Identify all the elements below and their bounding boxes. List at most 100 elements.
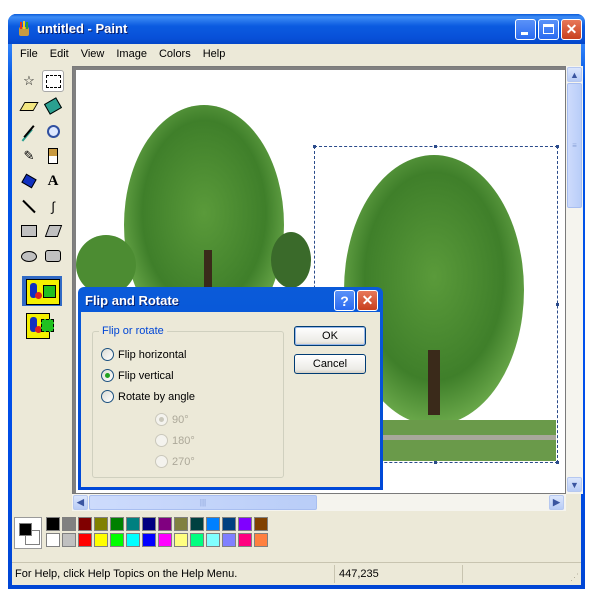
menu-help[interactable]: Help [197,48,232,60]
tool-airbrush[interactable] [18,170,40,192]
palette-color-swatch[interactable] [46,533,60,547]
scroll-down-button[interactable]: ▼ [567,477,582,492]
airbrush-icon [21,173,37,189]
tool-select[interactable] [42,70,64,92]
radio-angle-90[interactable]: 90° [155,413,189,426]
tool-text[interactable]: A [42,170,64,192]
radio-button[interactable] [155,413,168,426]
palette-color-swatch[interactable] [46,517,60,531]
resize-handle[interactable] [313,145,316,148]
tool-pick-color[interactable] [18,120,40,142]
palette-color-swatch[interactable] [142,517,156,531]
title-bar[interactable]: untitled - Paint ✕ [8,14,585,44]
palette-color-swatch[interactable] [254,517,268,531]
radio-button[interactable] [101,369,114,382]
menu-edit[interactable]: Edit [44,48,75,60]
dialog-close-button[interactable]: ✕ [357,290,378,311]
palette-color-swatch[interactable] [222,517,236,531]
radio-button[interactable] [101,348,114,361]
palette-color-swatch[interactable] [62,533,76,547]
radio-rotate-by-angle[interactable]: Rotate by angle [101,390,195,403]
radio-button[interactable] [155,434,168,447]
radio-label: Flip vertical [118,369,174,382]
radio-flip-vertical[interactable]: Flip vertical [101,369,174,382]
radio-button[interactable] [101,390,114,403]
tool-brush[interactable] [42,145,64,167]
palette-color-swatch[interactable] [254,533,268,547]
eraser-icon [19,101,39,111]
dialog-title: Flip and Rotate [85,293,179,308]
palette-color-swatch[interactable] [190,533,204,547]
palette-color-swatch[interactable] [206,517,220,531]
pencil-icon: ✎ [23,148,35,163]
cancel-button[interactable]: Cancel [294,354,366,374]
minimize-button[interactable] [515,19,536,40]
radio-angle-270[interactable]: 270° [155,455,195,468]
menu-image[interactable]: Image [110,48,153,60]
resize-handle[interactable] [434,145,437,148]
palette-color-swatch[interactable] [78,517,92,531]
tool-free-form-select[interactable]: ☆ [18,70,40,92]
status-divider [334,565,335,583]
dialog-help-button[interactable]: ? [334,290,355,311]
vertical-scroll-thumb[interactable]: ≡ [567,83,582,208]
menu-file[interactable]: File [14,48,44,60]
tool-fill-with-color[interactable] [42,95,64,117]
ok-button[interactable]: OK [294,326,366,346]
vertical-scrollbar[interactable]: ▲ ≡ ▼ [566,66,583,494]
resize-handle[interactable] [556,303,559,306]
scroll-right-button[interactable]: ▶ [549,495,564,510]
palette-color-swatch[interactable] [158,533,172,547]
palette-color-swatch[interactable] [174,533,188,547]
transparent-selection-option[interactable] [22,310,62,340]
menu-colors[interactable]: Colors [153,48,197,60]
tool-ellipse[interactable] [18,245,40,267]
maximize-button[interactable] [538,19,559,40]
palette-color-swatch[interactable] [94,533,108,547]
resize-handle[interactable] [556,461,559,464]
tool-curve[interactable]: ∫ [42,195,64,217]
horizontal-scrollbar[interactable]: ◀ ||| ▶ [72,494,566,511]
palette-color-swatch[interactable] [126,533,140,547]
flip-rotate-group: Flip or rotate Flip horizontal Flip vert… [92,325,284,478]
palette-color-swatch[interactable] [222,533,236,547]
tool-rounded-rectangle[interactable] [42,245,64,267]
palette-color-swatch[interactable] [62,517,76,531]
tool-polygon[interactable] [42,220,64,242]
palette-color-swatch[interactable] [238,533,252,547]
palette-color-swatch[interactable] [110,533,124,547]
palette-color-swatch[interactable] [174,517,188,531]
tool-eraser[interactable] [18,95,40,117]
radio-angle-180[interactable]: 180° [155,434,195,447]
tool-magnifier[interactable] [42,120,64,142]
palette-color-swatch[interactable] [110,517,124,531]
resize-handle[interactable] [434,461,437,464]
foreground-color[interactable] [19,523,32,536]
radio-flip-horizontal[interactable]: Flip horizontal [101,348,186,361]
toolbox: ☆ ✎ A ∫ [14,66,64,510]
scroll-left-button[interactable]: ◀ [73,495,88,510]
palette-color-swatch[interactable] [78,533,92,547]
tool-pencil[interactable]: ✎ [18,145,40,167]
close-icon: ✕ [565,21,578,37]
resize-handle[interactable] [556,145,559,148]
opaque-selection-option[interactable] [22,276,62,306]
maximize-icon [543,24,554,34]
palette-color-swatch[interactable] [94,517,108,531]
scroll-up-button[interactable]: ▲ [567,67,582,82]
horizontal-scroll-thumb[interactable]: ||| [89,495,317,510]
close-button[interactable]: ✕ [561,19,582,40]
palette-color-swatch[interactable] [190,517,204,531]
resize-grip-icon[interactable]: ⋰ [570,572,579,583]
paint-app-icon [19,21,29,36]
radio-button[interactable] [155,455,168,468]
palette-color-swatch[interactable] [126,517,140,531]
tool-rectangle[interactable] [18,220,40,242]
tool-line[interactable] [18,195,40,217]
palette-color-swatch[interactable] [238,517,252,531]
palette-color-swatch[interactable] [142,533,156,547]
palette-color-swatch[interactable] [206,533,220,547]
menu-view[interactable]: View [75,48,111,60]
transparent-selection-icon [26,313,54,339]
palette-color-swatch[interactable] [158,517,172,531]
